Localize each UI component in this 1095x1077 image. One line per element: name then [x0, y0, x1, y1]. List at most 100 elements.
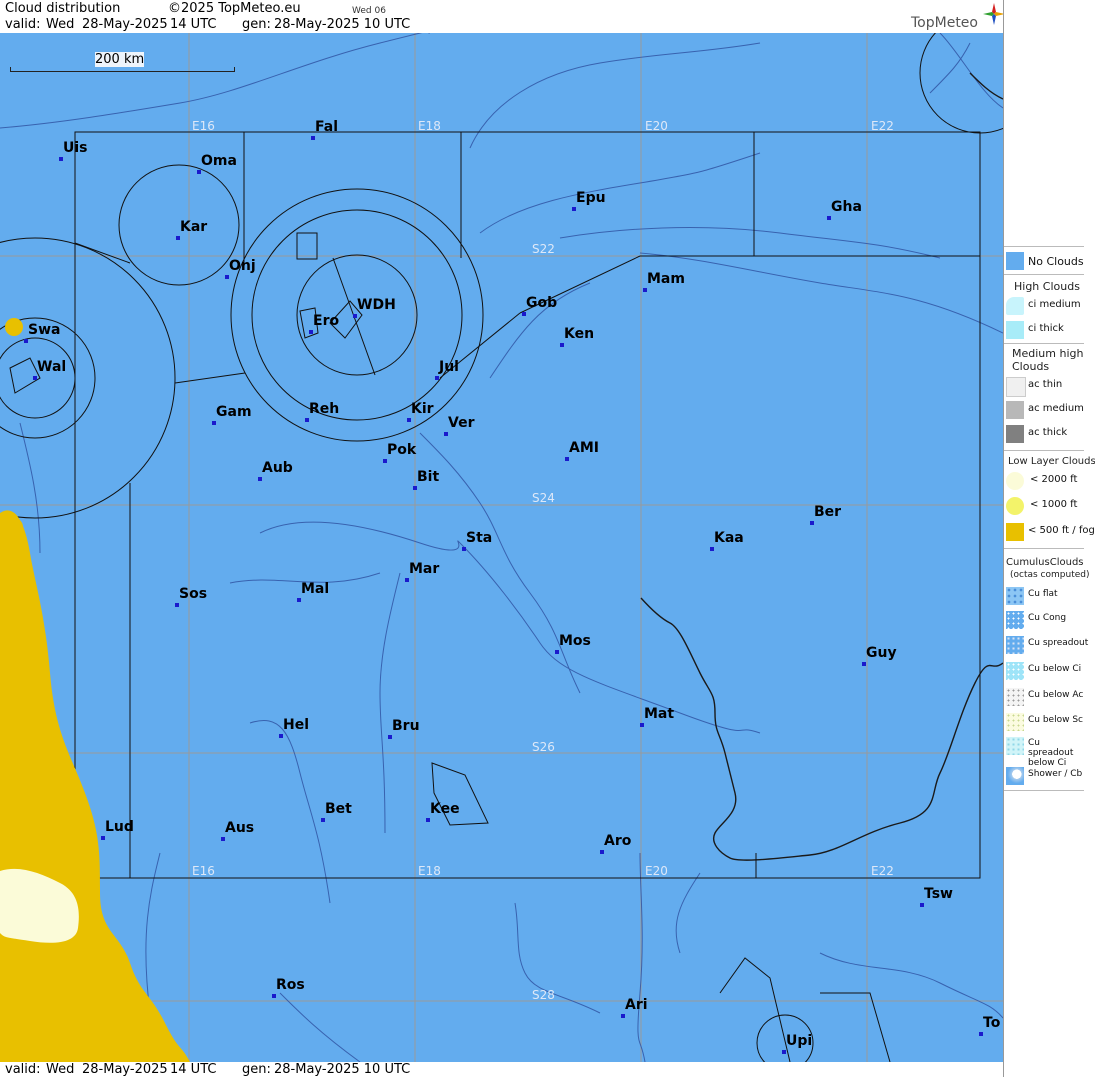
- city-marker-dot: [621, 1014, 625, 1018]
- legend-cu-title: CumulusClouds: [1006, 557, 1084, 568]
- city-marker-dot: [405, 578, 409, 582]
- city-label-aub[interactable]: Aub: [262, 460, 293, 476]
- legend-ac-medium: ac medium: [1004, 399, 1084, 421]
- city-label-to[interactable]: To: [983, 1015, 1000, 1031]
- city-label-ari[interactable]: Ari: [625, 997, 648, 1013]
- city-marker-dot: [279, 734, 283, 738]
- legend-low-500: < 500 ft / fog: [1004, 521, 1095, 543]
- city-label-bet[interactable]: Bet: [325, 801, 352, 817]
- no-clouds-swatch: [1006, 252, 1024, 270]
- cloud-map[interactable]: 200 km E16 E18 E20 E22 E16 E18 E20 E22 S…: [0, 33, 1003, 1062]
- city-marker-dot: [462, 547, 466, 551]
- lon-label-e20-top: E20: [645, 119, 668, 133]
- footer-valid-day: Wed: [46, 1062, 75, 1077]
- city-marker-dot: [426, 818, 430, 822]
- lon-label-e16-top: E16: [192, 119, 215, 133]
- city-marker-dot: [444, 432, 448, 436]
- city-label-bit[interactable]: Bit: [417, 469, 439, 485]
- footer-valid-date: 28-May-2025: [82, 1062, 168, 1077]
- ac-thick-swatch: [1006, 425, 1024, 443]
- map-canvas: [0, 33, 1003, 1062]
- city-label-kaa[interactable]: Kaa: [714, 530, 744, 546]
- low-2000-swatch: [1006, 472, 1024, 490]
- city-label-wdh[interactable]: WDH: [357, 297, 396, 313]
- city-marker-dot: [258, 477, 262, 481]
- city-label-mam[interactable]: Mam: [647, 271, 685, 287]
- city-label-gob[interactable]: Gob: [526, 295, 557, 311]
- footer-valid-time: 14 UTC: [170, 1062, 217, 1077]
- city-label-kir[interactable]: Kir: [411, 401, 434, 417]
- city-label-hel[interactable]: Hel: [283, 717, 309, 733]
- city-label-guy[interactable]: Guy: [866, 645, 897, 661]
- city-label-ero[interactable]: Ero: [313, 313, 339, 329]
- city-label-gam[interactable]: Gam: [216, 404, 252, 420]
- city-label-ber[interactable]: Ber: [814, 504, 841, 520]
- city-marker-dot: [383, 459, 387, 463]
- lat-label-s26: S26: [532, 740, 555, 754]
- city-label-ros[interactable]: Ros: [276, 977, 305, 993]
- city-marker-dot: [225, 275, 229, 279]
- city-label-tsw[interactable]: Tsw: [924, 886, 953, 902]
- legend-label: Cu below Ci: [1028, 664, 1082, 674]
- lat-label-s24: S24: [532, 491, 555, 505]
- city-label-onj[interactable]: Onj: [229, 258, 256, 274]
- city-label-kee[interactable]: Kee: [430, 801, 460, 817]
- legend-medium-title: Medium high Clouds: [1012, 347, 1084, 373]
- shower-cb-swatch: [1006, 767, 1024, 785]
- legend-cu-subtitle: (octas computed): [1010, 570, 1090, 580]
- city-label-aus[interactable]: Aus: [225, 820, 254, 836]
- city-marker-dot: [24, 339, 28, 343]
- city-label-lud[interactable]: Lud: [105, 819, 134, 835]
- legend-label: Cu below Sc: [1028, 715, 1083, 725]
- city-label-gha[interactable]: Gha: [831, 199, 862, 215]
- city-marker-dot: [572, 207, 576, 211]
- valid-date: 28-May-2025: [82, 17, 168, 32]
- legend-cu-below-ci: Cu below Ci: [1004, 660, 1084, 682]
- legend-label: No Clouds: [1028, 255, 1084, 268]
- city-label-oma[interactable]: Oma: [201, 153, 237, 169]
- city-label-fal[interactable]: Fal: [315, 119, 338, 135]
- city-label-uis[interactable]: Uis: [63, 140, 88, 156]
- city-label-mar[interactable]: Mar: [409, 561, 439, 577]
- city-label-upi[interactable]: Upi: [786, 1033, 812, 1049]
- city-label-swa[interactable]: Swa: [28, 322, 60, 338]
- city-marker-dot: [176, 236, 180, 240]
- legend-cu-flat: Cu flat: [1004, 585, 1084, 607]
- city-marker-dot: [710, 547, 714, 551]
- city-label-ken[interactable]: Ken: [564, 326, 594, 342]
- lon-label-e22-top: E22: [871, 119, 894, 133]
- country-border: [640, 72, 1003, 861]
- footer-bar: valid: Wed 28-May-2025 14 UTC gen: 28-Ma…: [0, 1062, 1003, 1077]
- city-label-epu[interactable]: Epu: [576, 190, 606, 206]
- city-marker-dot: [827, 216, 831, 220]
- city-label-wal[interactable]: Wal: [37, 359, 66, 375]
- legend-label: < 1000 ft: [1030, 499, 1078, 510]
- city-label-sos[interactable]: Sos: [179, 586, 207, 602]
- legend-low-2000: < 2000 ft: [1004, 470, 1084, 492]
- city-label-ver[interactable]: Ver: [448, 415, 474, 431]
- city-label-aro[interactable]: Aro: [604, 833, 631, 849]
- city-marker-dot: [309, 330, 313, 334]
- city-marker-dot: [643, 288, 647, 292]
- city-marker-dot: [600, 850, 604, 854]
- city-marker-dot: [565, 457, 569, 461]
- city-label-mos[interactable]: Mos: [559, 633, 591, 649]
- gen-date: 28-May-2025 10 UTC: [274, 17, 411, 32]
- city-label-bru[interactable]: Bru: [392, 718, 420, 734]
- city-marker-dot: [221, 837, 225, 841]
- city-marker-dot: [212, 421, 216, 425]
- legend-label: ci medium: [1028, 299, 1081, 310]
- lat-label-s22: S22: [532, 242, 555, 256]
- city-label-sta[interactable]: Sta: [466, 530, 492, 546]
- city-label-pok[interactable]: Pok: [387, 442, 416, 458]
- city-label-mal[interactable]: Mal: [301, 581, 329, 597]
- legend-label: Cu below Ac: [1028, 690, 1084, 700]
- city-label-mat[interactable]: Mat: [644, 706, 674, 722]
- legend-cu-below-ac: Cu below Ac: [1004, 686, 1084, 708]
- city-label-kar[interactable]: Kar: [180, 219, 207, 235]
- legend-ci-thick: ci thick: [1004, 319, 1084, 341]
- city-label-ami[interactable]: AMI: [569, 440, 599, 456]
- city-label-jul[interactable]: Jul: [439, 359, 459, 375]
- city-label-reh[interactable]: Reh: [309, 401, 339, 417]
- low-1000-swatch: [1006, 497, 1024, 515]
